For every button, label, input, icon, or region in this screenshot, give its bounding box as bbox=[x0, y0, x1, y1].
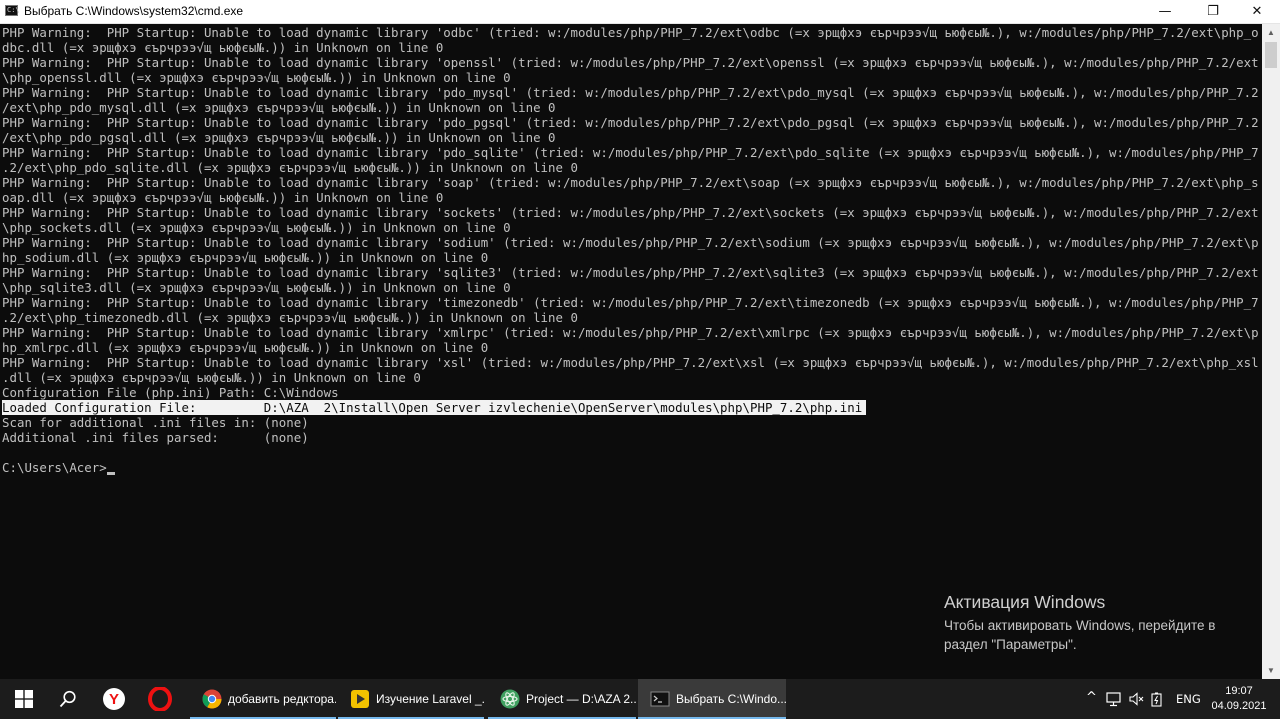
console-line: Scan for additional .ini files in: (none… bbox=[2, 415, 309, 430]
console-line: .dll (=х эрщфхэ єърчрээ√щ ьюфєы№.)) in U… bbox=[2, 370, 421, 385]
watermark-line-1: Чтобы активировать Windows, перейдите в bbox=[944, 618, 1216, 633]
console-line: PHP Warning: PHP Startup: Unable to load… bbox=[2, 25, 1259, 40]
console-line: PHP Warning: PHP Startup: Unable to load… bbox=[2, 175, 1259, 190]
console-line: hp_xmlrpc.dll (=х эрщфхэ єърчрээ√щ ьюфєы… bbox=[2, 340, 489, 355]
console-line: /ext\php_pdo_pgsql.dll (=х эрщфхэ єърчрэ… bbox=[2, 130, 556, 145]
svg-text:Y: Y bbox=[109, 691, 119, 708]
console-line: PHP Warning: PHP Startup: Unable to load… bbox=[2, 355, 1259, 370]
yandex-browser-button[interactable]: Y bbox=[92, 679, 136, 719]
window-title: Выбрать C:\Windows\system32\cmd.exe bbox=[24, 4, 244, 18]
console-line: Additional .ini files parsed: (none) bbox=[2, 430, 309, 445]
maximize-button[interactable]: ❐ bbox=[1190, 0, 1236, 23]
cmd-icon: C:\ bbox=[5, 5, 20, 16]
taskbar-item-chrome[interactable]: добавить редктора... bbox=[190, 679, 336, 719]
speaker-icon[interactable] bbox=[1128, 691, 1144, 707]
text-cursor bbox=[107, 472, 115, 475]
console-line: .2/ext\php_pdo_sqlite.dll (=х эрщфхэ єър… bbox=[2, 160, 578, 175]
network-icon[interactable] bbox=[1106, 691, 1122, 707]
clock[interactable]: 19:07 04.09.2021 bbox=[1210, 684, 1268, 714]
console-line: PHP Warning: PHP Startup: Unable to load… bbox=[2, 55, 1259, 70]
taskbar-item-label: Изучение Laravel _... bbox=[376, 692, 484, 706]
console-line: hp_sodium.dll (=х эрщфхэ єърчрээ√щ ьюфєы… bbox=[2, 250, 489, 265]
taskbar: Y добавить редктора... Изучение Laravel … bbox=[0, 679, 1280, 719]
console-line: \php_sockets.dll (=х эрщфхэ єърчрээ√щ ью… bbox=[2, 220, 511, 235]
window-titlebar[interactable]: C:\ Выбрать C:\Windows\system32\cmd.exe … bbox=[0, 0, 1280, 24]
console-line: PHP Warning: PHP Startup: Unable to load… bbox=[2, 265, 1259, 280]
console-line: PHP Warning: PHP Startup: Unable to load… bbox=[2, 145, 1259, 160]
windows-start-icon bbox=[15, 690, 33, 708]
opera-browser-button[interactable] bbox=[138, 679, 182, 719]
console-line: PHP Warning: PHP Startup: Unable to load… bbox=[2, 325, 1259, 340]
chrome-icon bbox=[202, 689, 222, 709]
close-button[interactable]: ✕ bbox=[1234, 0, 1280, 23]
show-hidden-icons-chevron-icon[interactable]: ^ bbox=[1086, 690, 1097, 705]
search-button[interactable] bbox=[48, 679, 88, 719]
vertical-scrollbar[interactable]: ▲ ▼ bbox=[1262, 24, 1280, 679]
yandex-browser-icon: Y bbox=[103, 688, 125, 710]
taskbar-item-label: добавить редктора... bbox=[228, 692, 336, 706]
scroll-up-arrow-icon[interactable]: ▲ bbox=[1262, 24, 1280, 41]
taskbar-item-label: Project — D:\AZA 2... bbox=[526, 692, 636, 706]
console-line: Configuration File (php.ini) Path: C:\Wi… bbox=[2, 385, 339, 400]
atom-icon bbox=[500, 689, 520, 709]
clock-time: 19:07 bbox=[1225, 685, 1253, 697]
console-line: PHP Warning: PHP Startup: Unable to load… bbox=[2, 295, 1259, 310]
console-output[interactable]: PHP Warning: PHP Startup: Unable to load… bbox=[0, 24, 1262, 679]
taskbar-item-atom[interactable]: Project — D:\AZA 2... bbox=[488, 679, 636, 719]
scroll-down-arrow-icon[interactable]: ▼ bbox=[1262, 662, 1280, 679]
minimize-button[interactable]: — bbox=[1142, 0, 1188, 23]
battery-icon[interactable] bbox=[1150, 691, 1166, 707]
scrollbar-thumb[interactable] bbox=[1265, 42, 1277, 68]
windows-activation-watermark: Активация Windows Чтобы активировать Win… bbox=[944, 593, 1215, 654]
console-line: /ext\php_pdo_mysql.dll (=х эрщфхэ єърчрэ… bbox=[2, 100, 556, 115]
console-line: dbc.dll (=х эрщфхэ єърчрээ√щ ьюфєы№.)) i… bbox=[2, 40, 444, 55]
taskbar-item-label: Выбрать C:\Windo... bbox=[676, 692, 786, 706]
start-button[interactable] bbox=[0, 679, 48, 719]
taskbar-item-cmd[interactable]: Выбрать C:\Windo... bbox=[638, 679, 786, 719]
watermark-heading: Активация Windows bbox=[944, 592, 1106, 612]
player-icon bbox=[351, 690, 369, 708]
console-line: \php_sqlite3.dll (=х эрщфхэ єърчрээ√щ ью… bbox=[2, 280, 511, 295]
console-line: oap.dll (=х эрщфхэ єърчрээ√щ ьюфєы№.)) i… bbox=[2, 190, 444, 205]
console-line: PHP Warning: PHP Startup: Unable to load… bbox=[2, 115, 1259, 130]
console-line: C:\Users\Acer> bbox=[2, 460, 107, 475]
watermark-line-2: раздел "Параметры". bbox=[944, 637, 1077, 652]
taskbar-item-player[interactable]: Изучение Laravel _... bbox=[338, 679, 484, 719]
cmd-icon bbox=[650, 691, 670, 707]
input-language-indicator[interactable]: ENG bbox=[1176, 692, 1201, 706]
console-line: PHP Warning: PHP Startup: Unable to load… bbox=[2, 85, 1259, 100]
search-icon bbox=[59, 690, 76, 708]
console-line: PHP Warning: PHP Startup: Unable to load… bbox=[2, 235, 1259, 250]
opera-browser-icon bbox=[148, 687, 172, 711]
console-line: .2/ext\php_timezonedb.dll (=х эрщфхэ єър… bbox=[2, 310, 578, 325]
console-line-selected: Loaded Configuration File: D:\AZA 2\Inst… bbox=[2, 400, 867, 415]
console-line: \php_openssl.dll (=х эрщфхэ єърчрээ√щ ью… bbox=[2, 70, 511, 85]
clock-date: 04.09.2021 bbox=[1211, 700, 1267, 712]
console-line: PHP Warning: PHP Startup: Unable to load… bbox=[2, 205, 1259, 220]
